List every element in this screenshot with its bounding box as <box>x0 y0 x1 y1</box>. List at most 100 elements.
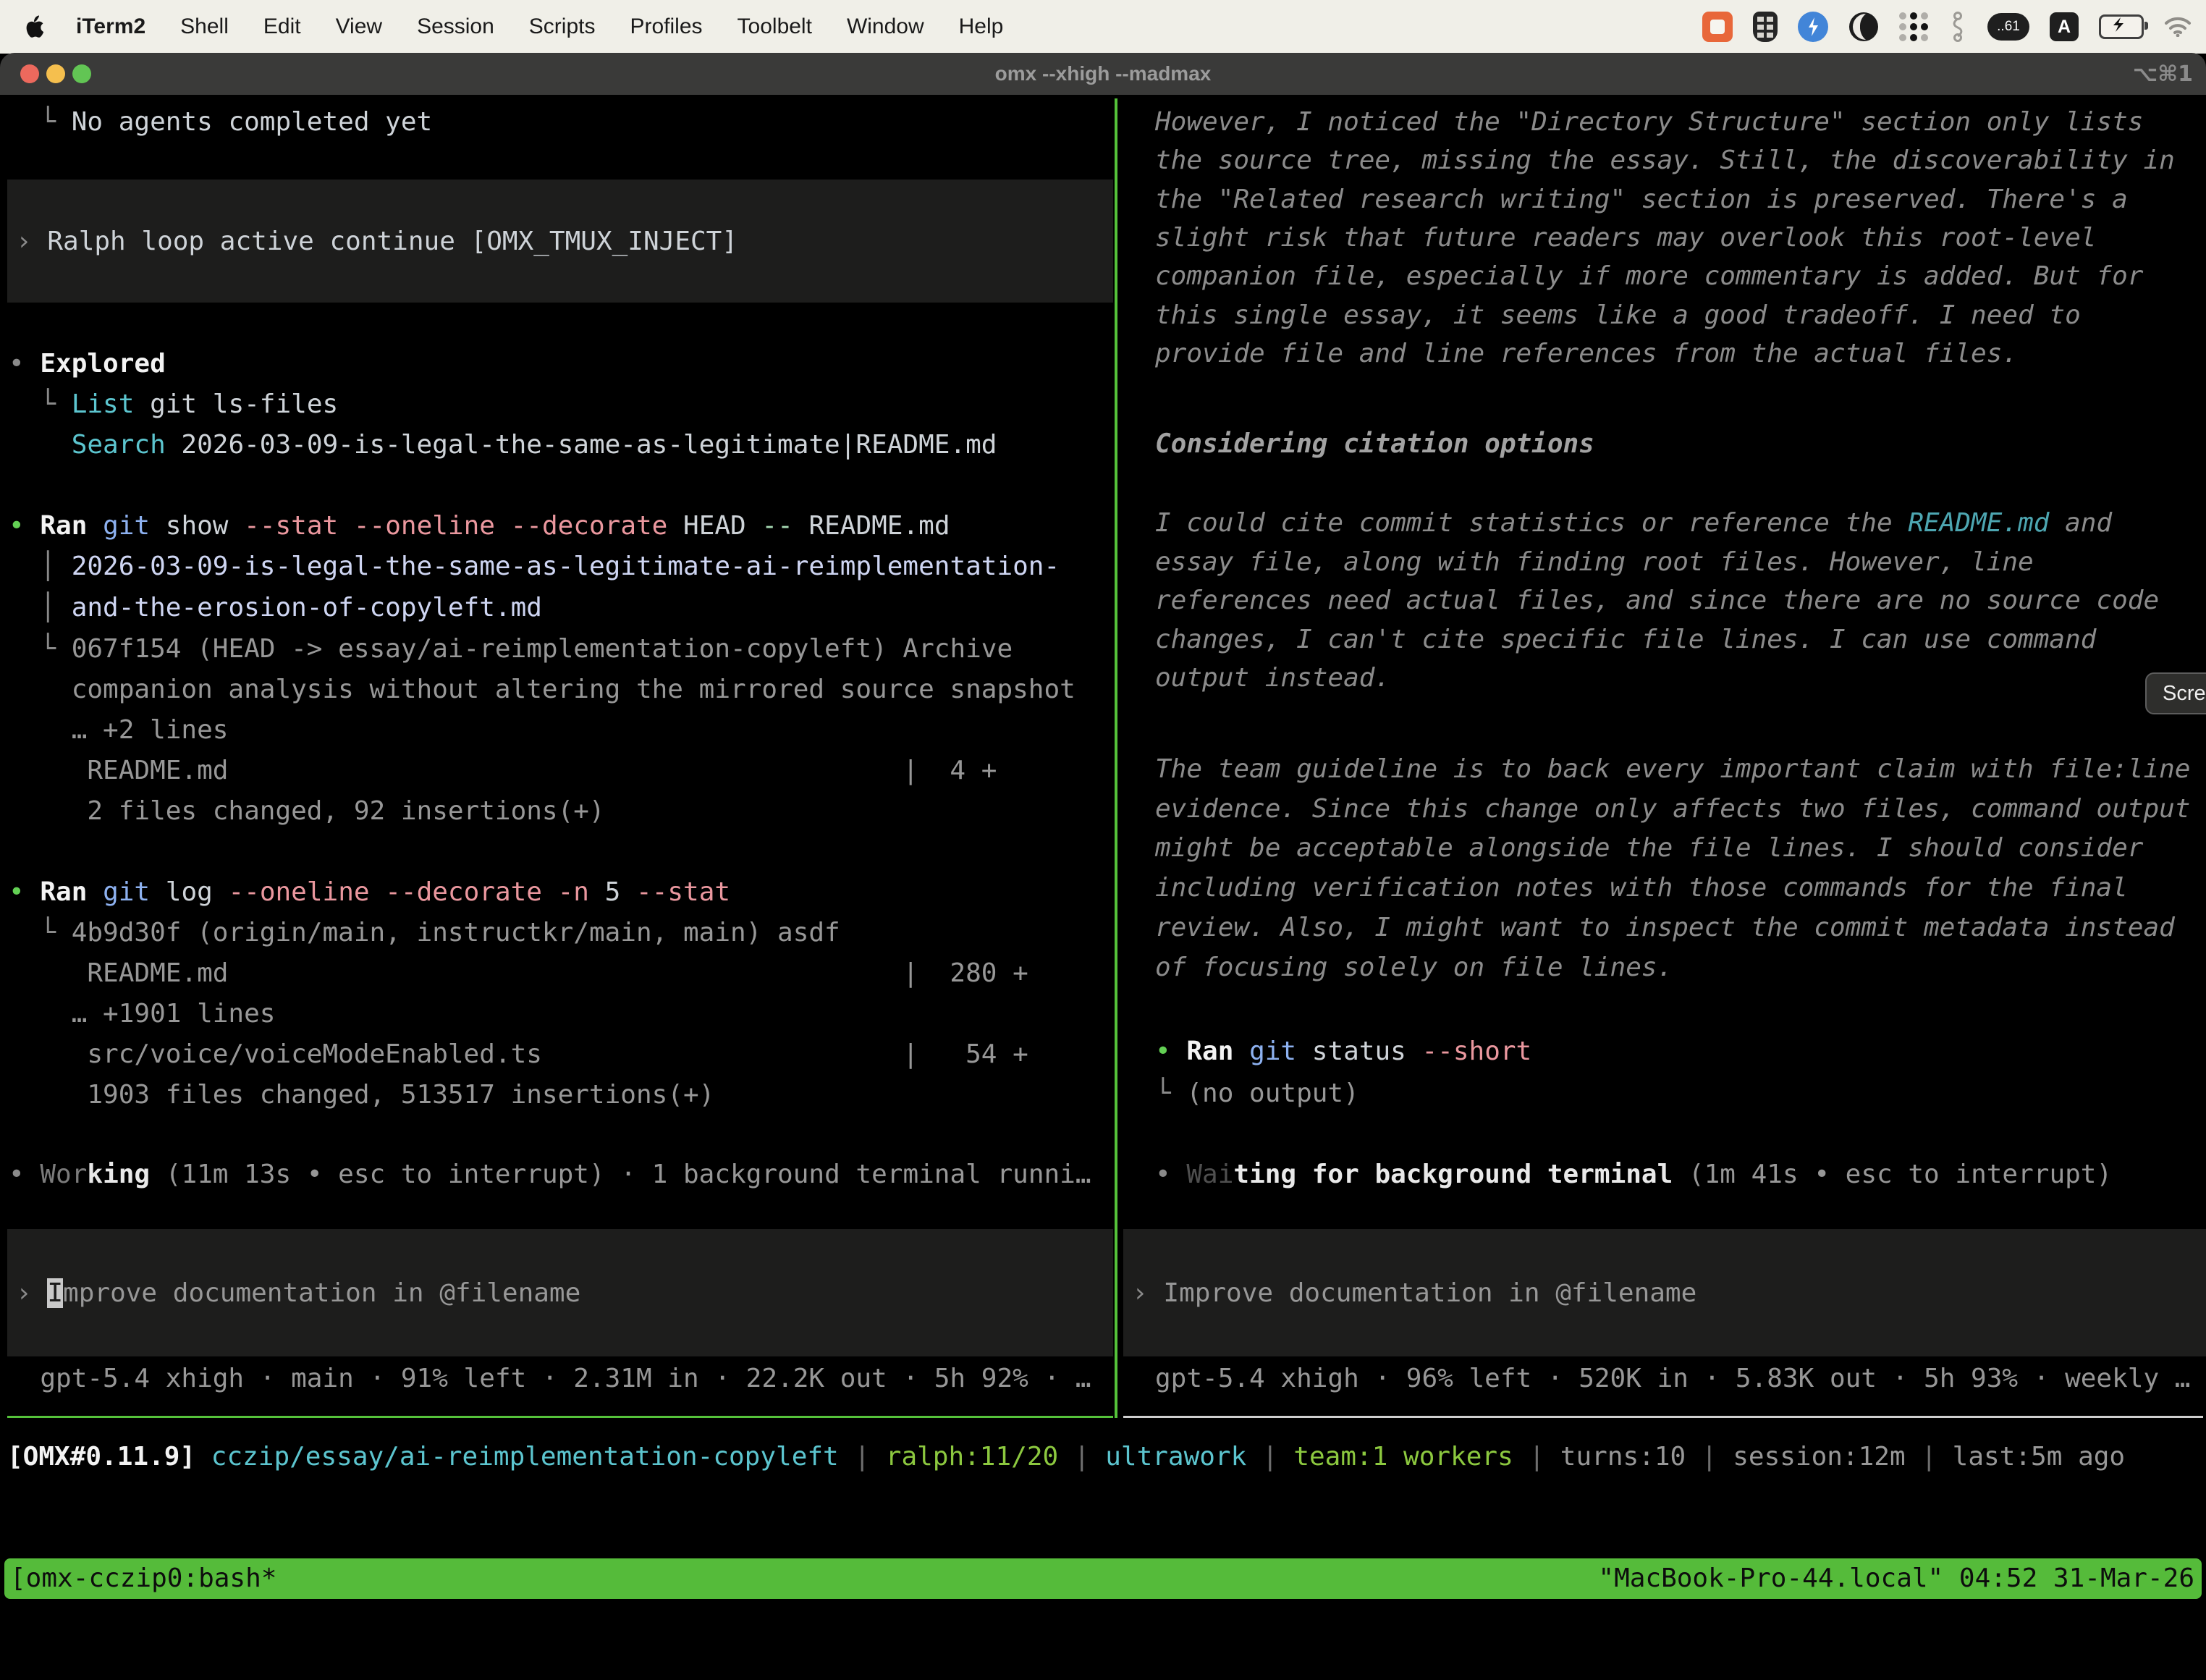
terminal-line: references need actual files, and since … <box>1155 580 2159 621</box>
crescent-circle-icon[interactable] <box>1848 12 1879 42</box>
text-segment: session:12m <box>1733 1442 1905 1472</box>
menu-item-scripts[interactable]: Scripts <box>529 14 596 39</box>
terminal-line: … +1901 lines <box>9 993 275 1034</box>
squiggle-icon[interactable] <box>1948 11 1967 43</box>
menu-items: iTerm2 Shell Edit View Session Scripts P… <box>76 14 1003 39</box>
text-segment: gpt-5.4 xhigh · main · 91% left · 2.31M … <box>9 1364 1091 1393</box>
text-segment: status <box>1296 1037 1421 1066</box>
menu-item-profiles[interactable]: Profiles <box>630 14 702 39</box>
text-segment: -- <box>761 511 793 541</box>
menu-status-icons: ..61 A <box>1702 11 2192 43</box>
terminal-line: • Ran git log --oneline --decorate -n 5 … <box>9 871 730 913</box>
menu-item-session[interactable]: Session <box>417 14 494 39</box>
text-segment: | <box>1906 1442 1953 1472</box>
text-segment: and-the-erosion-of-copyleft.md <box>72 593 542 622</box>
screenshot-app-icon[interactable] <box>1702 12 1733 42</box>
terminal-line: provide file and line references from th… <box>1155 333 2018 374</box>
text-segment: The team guideline is to back every impo… <box>1155 754 2190 784</box>
menu-item-iterm2[interactable]: iTerm2 <box>76 14 145 39</box>
tmux-host-clock: "MacBook-Pro-44.local" 04:52 31-Mar-26 <box>1598 1558 2194 1599</box>
text-segment: └ <box>9 918 72 947</box>
battery-percent-badge[interactable]: ..61 <box>1987 13 2029 41</box>
ralph-loop-message-box: › Ralph loop active continue [OMX_TMUX_I… <box>7 180 1113 303</box>
menu-item-toolbelt[interactable]: Toolbelt <box>738 14 812 39</box>
menu-item-help[interactable]: Help <box>959 14 1004 39</box>
dots-grid-icon[interactable] <box>1899 12 1928 41</box>
text-segment: changes, I can't cite specific file line… <box>1155 625 2096 654</box>
terminal-line: review. Also, I might want to inspect th… <box>1155 907 2175 948</box>
text-segment: 1903 files changed, 513517 insertions(+) <box>9 1080 714 1110</box>
text-segment: --stat --oneline --decorate <box>244 511 667 541</box>
text-segment: essay file, along with finding root file… <box>1155 547 2034 577</box>
text-segment <box>1233 1037 1249 1066</box>
terminal-line: • Ran git show --stat --oneline --decora… <box>9 505 950 546</box>
text-segment: 4b9d30f (origin/main, instructkr/main, m… <box>72 918 840 947</box>
text-segment: ralph:11/20 <box>886 1442 1058 1472</box>
ralph-loop-message: › Ralph loop active continue [OMX_TMUX_I… <box>7 180 1113 303</box>
right-pane-bottom-border <box>1123 1416 2203 1418</box>
text-segment: • <box>9 1160 40 1189</box>
terminal-line: • Waiting for background terminal (1m 41… <box>1155 1154 2112 1195</box>
terminal-line: companion analysis without altering the … <box>9 669 1075 710</box>
text-segment: README.md | 280 + <box>9 958 1028 988</box>
terminal-line: gpt-5.4 xhigh · 96% left · 520K in · 5.8… <box>1155 1358 2190 1399</box>
text-segment: └ <box>9 389 72 419</box>
terminal-line: └ List git ls-files <box>9 384 338 425</box>
text-segment: • <box>9 349 40 379</box>
text-segment: Ran <box>40 511 87 541</box>
terminal-line: output instead. <box>1155 657 1390 698</box>
text-segment: I could cite commit statistics or refere… <box>1155 508 1908 538</box>
text-segment: ting for background terminal <box>1233 1160 1673 1189</box>
text-segment: • <box>9 511 40 541</box>
shield-grid-icon[interactable] <box>1753 12 1778 42</box>
text-segment: of focusing solely on file lines. <box>1155 953 1673 982</box>
text-segment: log <box>150 877 228 907</box>
menu-item-edit[interactable]: Edit <box>263 14 301 39</box>
terminal-line: of focusing solely on file lines. <box>1155 947 1673 988</box>
text-segment: └ <box>9 107 72 137</box>
text-segment: 2 files changed, 92 insertions(+) <box>9 796 605 826</box>
text-segment: Explored <box>40 349 165 379</box>
text-segment: README.md | 4 + <box>9 756 997 785</box>
terminal-line: including verification notes with those … <box>1155 867 2128 908</box>
text-segment: gpt-5.4 xhigh · 96% left · 520K in · 5.8… <box>1155 1364 2190 1393</box>
terminal-line: └ (no output) <box>1155 1073 1359 1114</box>
wifi-icon[interactable] <box>2164 17 2192 37</box>
text-segment: and <box>2049 508 2112 538</box>
terminal-line: this single essay, it seems like a good … <box>1155 295 2081 336</box>
text-segment: git ls-files <box>134 389 338 419</box>
text-segment: | <box>1686 1442 1733 1472</box>
text-segment: Ran <box>1186 1037 1233 1066</box>
apple-menu-icon[interactable] <box>25 15 44 38</box>
text-segment: the "Related research writing" section i… <box>1155 185 2128 214</box>
text-segment: Ralph loop active continue [OMX_TMUX_INJ… <box>47 227 738 256</box>
text-segment: (no output) <box>1186 1079 1358 1108</box>
text-segment: … +1901 lines <box>9 999 275 1029</box>
left-prompt-input[interactable]: › Improve documentation in @filename <box>7 1229 1113 1356</box>
tmux-window-list[interactable]: [omx-cczip0:bash* <box>10 1558 276 1599</box>
text-segment: [OMX#0.11.9] <box>7 1442 195 1472</box>
battery-icon[interactable] <box>2099 14 2144 39</box>
blue-badge-icon[interactable] <box>1798 12 1828 42</box>
screen-tooltip: Scre <box>2145 672 2206 714</box>
text-segment: › <box>16 1278 47 1308</box>
text-segment: output instead. <box>1155 663 1390 693</box>
text-segment: HEAD <box>667 511 761 541</box>
pane-divider[interactable] <box>1115 98 1117 1418</box>
menu-item-shell[interactable]: Shell <box>180 14 229 39</box>
menu-bar: iTerm2 Shell Edit View Session Scripts P… <box>0 0 2206 54</box>
text-segment: 067f154 (HEAD -> essay/ai-reimplementati… <box>72 634 1013 664</box>
terminal-line: The team guideline is to back every impo… <box>1155 748 2190 790</box>
menu-item-window[interactable]: Window <box>847 14 924 39</box>
terminal-line: slight risk that future readers may over… <box>1155 217 2096 258</box>
terminal-line: evidence. Since this change only affects… <box>1155 788 2190 830</box>
text-segment: last:5m ago <box>1953 1442 2125 1472</box>
text-segment <box>87 877 103 907</box>
right-prompt-input[interactable]: › Improve documentation in @filename <box>1123 1229 2206 1356</box>
text-segment: king <box>87 1160 150 1189</box>
text-segment: references need actual files, and since … <box>1155 586 2159 615</box>
menu-item-view[interactable]: View <box>336 14 382 39</box>
input-source-icon[interactable]: A <box>2050 12 2079 41</box>
text-segment: mprove documentation in @filename <box>63 1278 580 1308</box>
terminal-line: 1903 files changed, 513517 insertions(+) <box>9 1074 714 1115</box>
